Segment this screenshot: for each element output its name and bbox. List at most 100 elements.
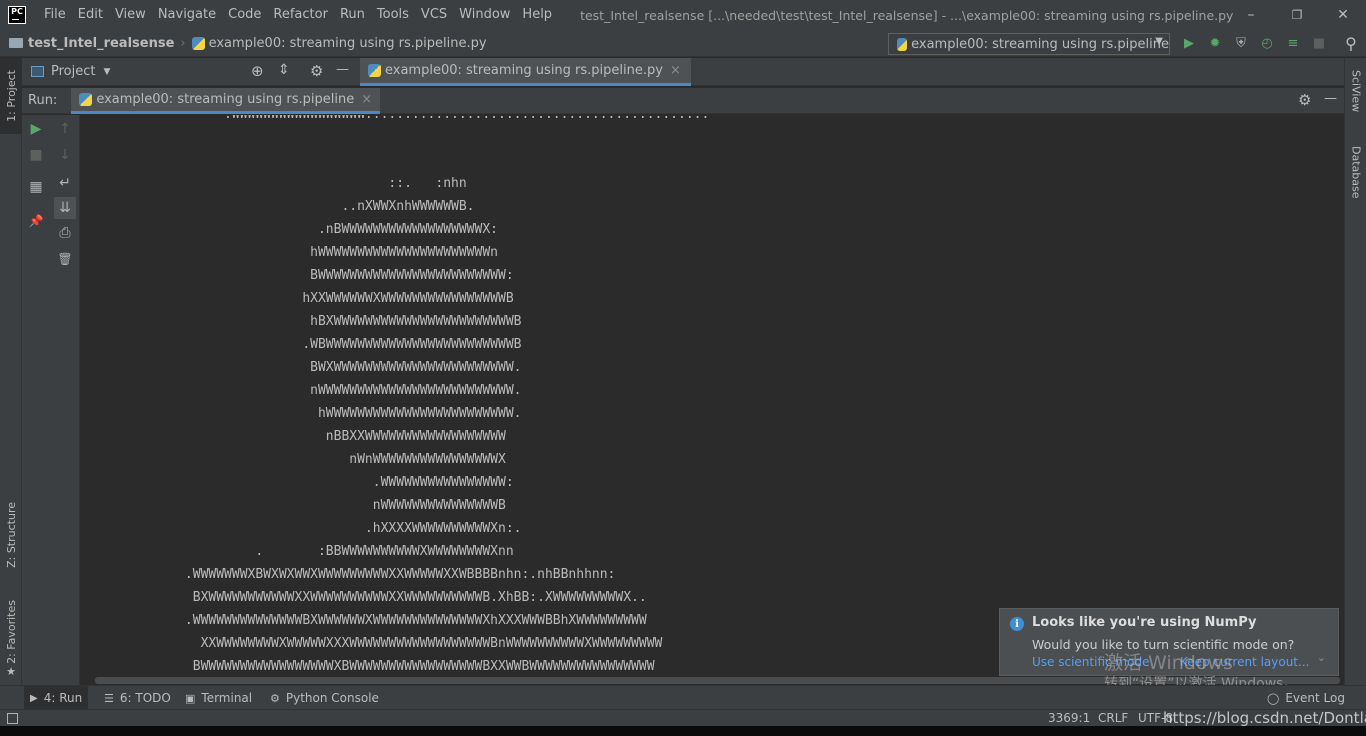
profile-icon[interactable]: ◴ — [1259, 35, 1275, 51]
terminal-tool-button[interactable]: ▣ Terminal — [179, 686, 258, 710]
run-toolbar-primary: ▶ ■ ▦ 📌 — [22, 115, 50, 685]
print-icon[interactable]: ⎙ — [55, 223, 75, 243]
menu-refactor[interactable]: Refactor — [267, 0, 334, 30]
trash-icon[interactable]: 🗑 — [55, 249, 75, 269]
python-console-tool-label: Python Console — [285, 691, 379, 705]
window-title: test_Intel_realsense [...\needed\test\te… — [580, 7, 1234, 23]
activation-watermark-title: 激活 Windows — [1104, 652, 1233, 674]
right-tool-strip: SciView Database — [1344, 58, 1366, 685]
search-icon[interactable]: ⚲ — [1343, 34, 1359, 53]
close-icon[interactable]: × — [361, 92, 372, 107]
event-log-icon: ◯ — [1267, 691, 1280, 705]
favorites-tool-tab[interactable]: 2: Favorites ★ — [0, 594, 22, 684]
menu-window[interactable]: Window — [453, 0, 516, 30]
collapse-all-icon[interactable]: ⇕ — [278, 62, 290, 78]
python-console-tool-button[interactable]: ⚙ Python Console — [264, 686, 385, 710]
sciview-tool-tab-label: SciView — [1349, 70, 1363, 113]
info-icon: i — [1010, 617, 1024, 631]
menu-file[interactable]: File — [38, 0, 72, 30]
todo-tool-button[interactable]: ☰ 6: TODO — [98, 686, 177, 710]
python-file-icon — [368, 64, 381, 77]
python-file-icon — [191, 36, 205, 50]
event-log-tool-label: Event Log — [1285, 691, 1345, 705]
scroll-to-end-icon[interactable]: ⇊ — [54, 197, 76, 219]
run-window-label: Run: — [28, 93, 58, 108]
database-tool-tab-label: Database — [1349, 146, 1363, 199]
gear-icon[interactable]: ⚙ — [310, 62, 323, 80]
menu-tools[interactable]: Tools — [371, 0, 415, 30]
project-panel-header: Project ▼ ⊕ ⇕ ⚙ — — [22, 58, 358, 86]
gear-icon[interactable]: ⚙ — [1298, 91, 1311, 109]
console-output[interactable]: .WWWWWWWWWWWWWWWWW:.....................… — [81, 115, 1344, 676]
menu-help[interactable]: Help — [516, 0, 558, 30]
close-icon[interactable]: × — [670, 63, 681, 78]
debug-icon[interactable]: ✹ — [1207, 35, 1223, 51]
left-tool-strip: 1: Project Z: Structure 2: Favorites ★ — [0, 58, 22, 685]
breadcrumb-separator: › — [180, 35, 186, 51]
soft-wrap-icon[interactable]: ↵ — [55, 173, 75, 193]
hide-panel-icon[interactable]: — — [1324, 91, 1337, 106]
notification-title: Looks like you're using NumPy — [1032, 615, 1257, 630]
favorites-tool-tab-label: 2: Favorites — [4, 599, 18, 664]
arrow-up-icon[interactable]: ↑ — [55, 119, 75, 139]
stop-icon[interactable]: ■ — [26, 145, 46, 165]
source-url-watermark: https://blog.csdn.net/Dontla — [1163, 709, 1366, 727]
pin-icon[interactable]: 📌 — [26, 211, 46, 231]
python-console-icon: ⚙ — [270, 691, 280, 705]
status-toggle-icon[interactable] — [7, 713, 18, 724]
terminal-icon: ▣ — [185, 691, 196, 705]
arrow-down-icon[interactable]: ↓ — [55, 145, 75, 165]
menu-navigate[interactable]: Navigate — [152, 0, 222, 30]
star-icon: ★ — [6, 665, 16, 679]
python-config-icon — [897, 37, 908, 51]
run-toolbar-secondary: ↑ ↓ ↵ ⇊ ⎙ 🗑 — [50, 115, 80, 685]
minimize-button[interactable]: – — [1228, 0, 1274, 30]
run-tool-label: 4: Run — [43, 691, 83, 705]
run-tool-button[interactable]: ▶ 4: Run — [24, 686, 89, 710]
locate-icon[interactable]: ⊕ — [251, 62, 264, 80]
chevron-down-icon[interactable]: ⌄ — [1317, 651, 1326, 664]
todo-tool-label: 6: TODO — [119, 691, 171, 705]
run-configuration-select[interactable]: example00: streaming using rs.pipeline ▼ — [888, 33, 1170, 55]
run-tab-label: example00: streaming using rs.pipeline — [96, 91, 355, 107]
run-icon: ▶ — [30, 692, 38, 704]
bottom-tool-bar: ▶ 4: Run ☰ 6: TODO ▣ Terminal ⚙ Python C… — [0, 685, 1366, 710]
breadcrumb-project[interactable]: test_Intel_realsense — [28, 36, 174, 51]
layout-icon[interactable]: ▦ — [26, 177, 46, 197]
run-icon[interactable]: ▶ — [1181, 35, 1197, 51]
line-separator[interactable]: CRLF — [1098, 710, 1128, 727]
concurrency-icon[interactable]: ≡ — [1285, 35, 1301, 51]
terminal-tool-label: Terminal — [201, 691, 253, 705]
menu-edit[interactable]: Edit — [72, 0, 109, 30]
menu-code[interactable]: Code — [222, 0, 267, 30]
run-tab-example00[interactable]: example00: streaming using rs.pipeline × — [71, 87, 381, 114]
caret-position[interactable]: 3369:1 — [1048, 710, 1090, 727]
editor-tab-label: example00: streaming using rs.pipeline.p… — [385, 63, 663, 78]
structure-tool-tab[interactable]: Z: Structure — [0, 494, 22, 576]
database-tool-tab[interactable]: Database — [1345, 146, 1366, 216]
taskbar-strip — [0, 726, 1366, 736]
project-view-icon — [31, 66, 44, 77]
sciview-tool-tab[interactable]: SciView — [1345, 70, 1366, 130]
editor-tab-bar: example00: streaming using rs.pipeline.p… — [358, 58, 1344, 86]
restore-button[interactable]: ❐ — [1274, 0, 1320, 30]
hide-panel-icon[interactable]: — — [336, 62, 349, 77]
chevron-down-icon[interactable]: ▼ — [103, 67, 110, 77]
project-tool-tab-label: 1: Project — [4, 70, 18, 122]
close-button[interactable]: ✕ — [1320, 0, 1366, 30]
rerun-icon[interactable]: ▶ — [26, 119, 46, 139]
menu-run[interactable]: Run — [334, 0, 371, 30]
python-file-icon — [79, 92, 93, 106]
folder-icon — [9, 38, 23, 48]
pycharm-logo-icon: PC — [8, 6, 26, 24]
event-log-tool-button[interactable]: ◯ Event Log — [1261, 686, 1351, 710]
project-view-label[interactable]: Project — [51, 64, 95, 79]
project-tool-tab[interactable]: 1: Project — [0, 58, 22, 134]
editor-tab-example00[interactable]: example00: streaming using rs.pipeline.p… — [360, 58, 691, 86]
run-window-header: Run: example00: streaming using rs.pipel… — [22, 87, 1344, 114]
breadcrumb-file[interactable]: example00: streaming using rs.pipeline.p… — [209, 36, 487, 51]
stop-icon[interactable]: ■ — [1311, 35, 1327, 51]
menu-view[interactable]: View — [109, 0, 152, 30]
coverage-icon[interactable]: ⛨ — [1233, 35, 1249, 51]
menu-vcs[interactable]: VCS — [415, 0, 453, 30]
